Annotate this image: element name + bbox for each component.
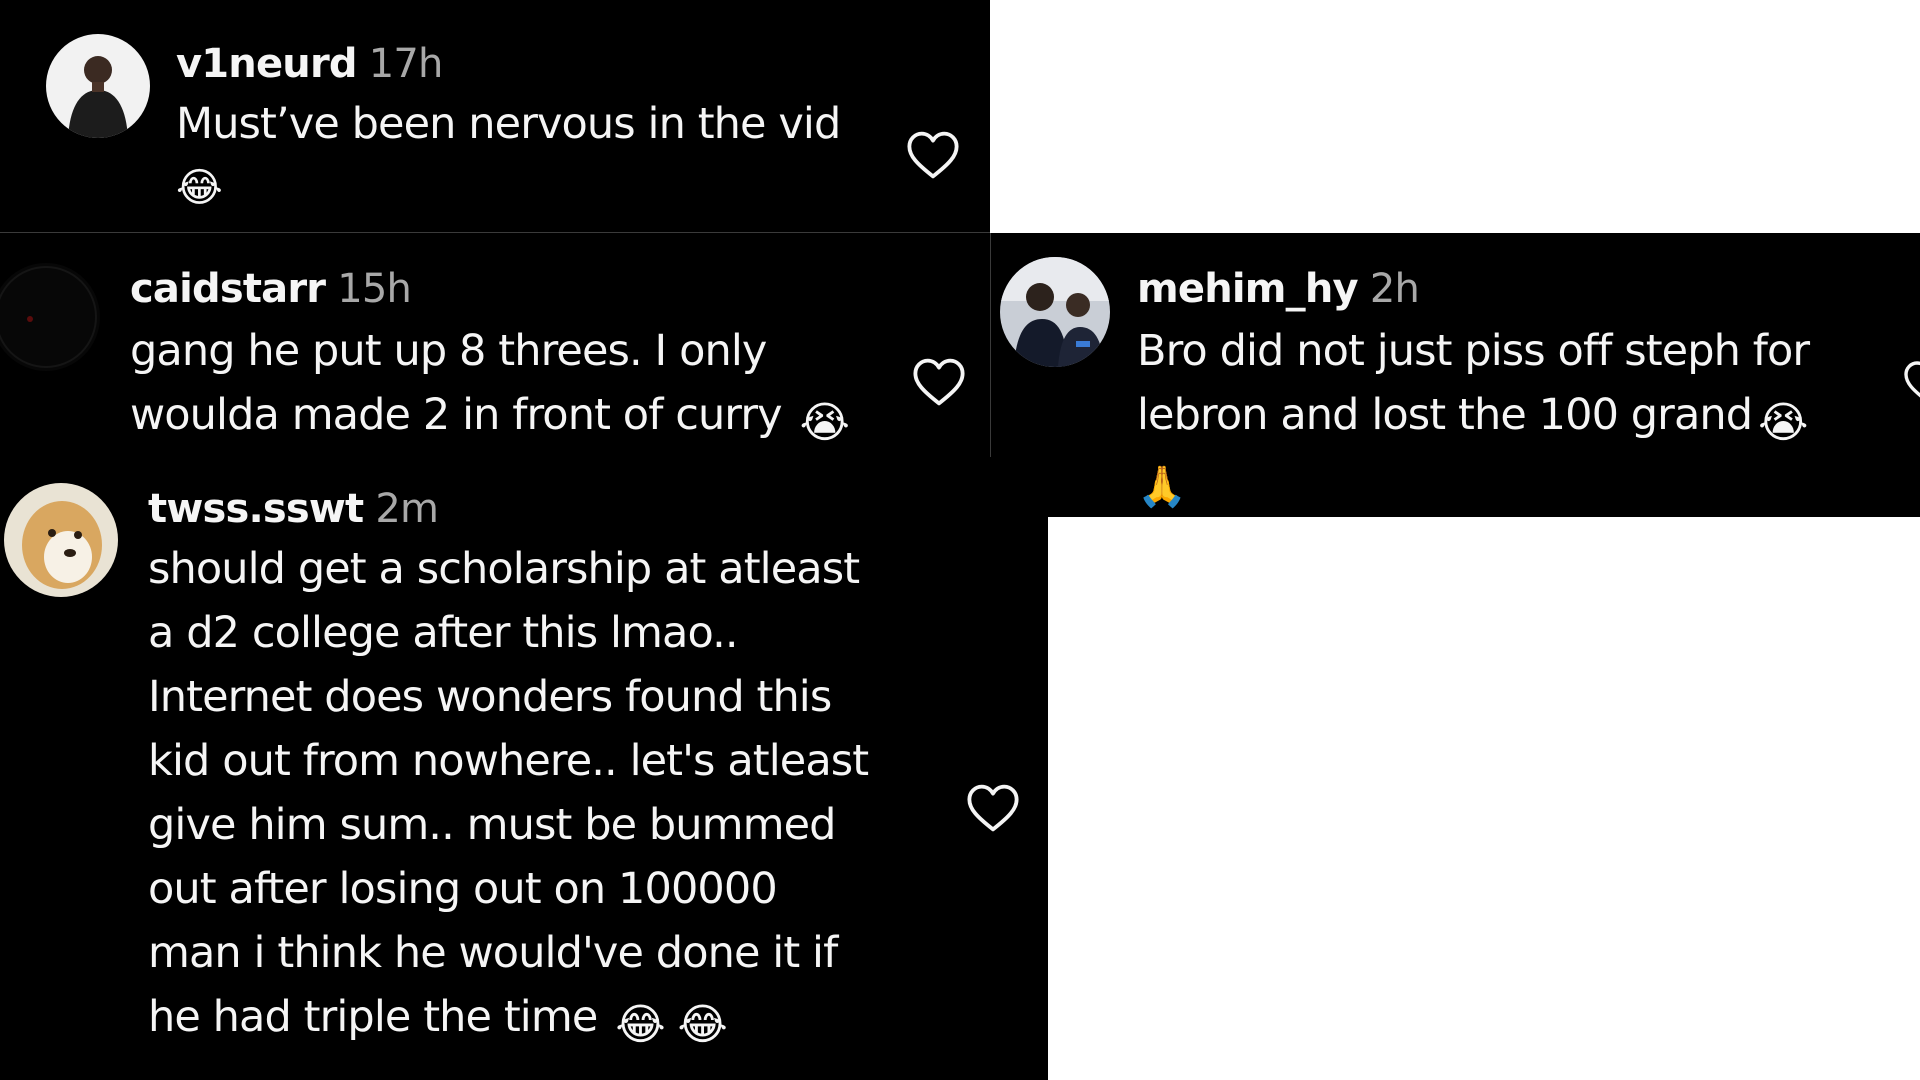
comment-v1neurd: v1neurd 17h Must’ve been nervous in the v… <box>0 0 990 232</box>
comment-line: out after losing out on 100000 <box>148 864 778 914</box>
comment-line-text: he had triple the time <box>148 992 598 1042</box>
heart-outline-icon[interactable] <box>912 357 966 407</box>
laughing-emojis: 😂 😂 <box>615 1000 727 1050</box>
username[interactable]: twss.sswt <box>148 486 364 532</box>
crying-face-emoji: 😭 <box>1758 398 1808 448</box>
comment-line: woulda made 2 in front of curry 😭 <box>130 383 850 455</box>
username[interactable]: caidstarr <box>130 266 326 312</box>
timestamp: 2h <box>1369 266 1420 312</box>
username[interactable]: mehim_hy <box>1137 266 1359 312</box>
heart-outline-icon[interactable] <box>966 783 1020 833</box>
comment-line: Must’ve been nervous in the vid <box>176 99 841 149</box>
comment-line: lebron and lost the 100 grand 😭 <box>1137 383 1809 455</box>
screenshot-collage: v1neurd 17h Must’ve been nervous in the v… <box>0 0 1920 1080</box>
divider <box>0 232 990 233</box>
comment-mehim-hy: mehim_hy 2h Bro did not just piss off ste… <box>991 233 1920 517</box>
comment-header: mehim_hy 2h <box>1137 265 1420 313</box>
heart-outline-icon[interactable] <box>1903 357 1920 407</box>
comment-line: should get a scholarship at atleast <box>148 544 860 594</box>
avatar[interactable] <box>4 483 118 597</box>
timestamp: 2m <box>375 486 439 532</box>
comment-line: Bro did not just piss off steph for <box>1137 326 1810 376</box>
comment-twss-sswt: twss.sswt 2m should get a scholarship at … <box>0 457 1048 1080</box>
divider <box>990 233 991 457</box>
crying-face-emoji: 😭 <box>799 398 850 448</box>
comment-text: Must’ve been nervous in the vid 😂 <box>176 92 841 220</box>
comment-text: Bro did not just piss off steph for lebr… <box>1137 319 1810 517</box>
comment-line: give him sum.. must be bummed <box>148 800 836 850</box>
comment-line: gang he put up 8 threes. I only <box>130 326 767 376</box>
comment-line: kid out from nowhere.. let's atleast <box>148 736 869 786</box>
avatar[interactable] <box>1000 257 1110 367</box>
comment-header: caidstarr 15h <box>130 265 412 313</box>
timestamp: 15h <box>337 266 412 312</box>
comment-emoji-line: 🙏 <box>1137 464 1187 510</box>
timestamp: 17h <box>368 41 444 87</box>
comment-header: twss.sswt 2m <box>148 485 439 533</box>
comment-line-text: lebron and lost the 100 grand <box>1137 390 1753 440</box>
comment-emoji-line: 😂 <box>176 165 223 211</box>
heart-outline-icon[interactable] <box>906 130 960 180</box>
comment-line-text: woulda made 2 in front of curry <box>130 390 783 440</box>
comment-line: he had triple the time 😂 😂 <box>148 985 868 1057</box>
avatar[interactable] <box>0 263 100 371</box>
comment-caidstarr: caidstarr 15h gang he put up 8 threes. I … <box>0 233 990 457</box>
comment-text: gang he put up 8 threes. I only woulda m… <box>130 319 850 455</box>
comment-line: a d2 college after this lmao.. <box>148 608 739 658</box>
comment-text: should get a scholarship at atleast a d2… <box>148 537 869 1057</box>
comment-header: v1neurd 17h <box>176 40 443 88</box>
comment-line: Internet does wonders found this <box>148 672 832 722</box>
avatar[interactable] <box>46 34 150 138</box>
comment-line: man i think he would've done it if <box>148 928 838 978</box>
username[interactable]: v1neurd <box>176 41 358 87</box>
